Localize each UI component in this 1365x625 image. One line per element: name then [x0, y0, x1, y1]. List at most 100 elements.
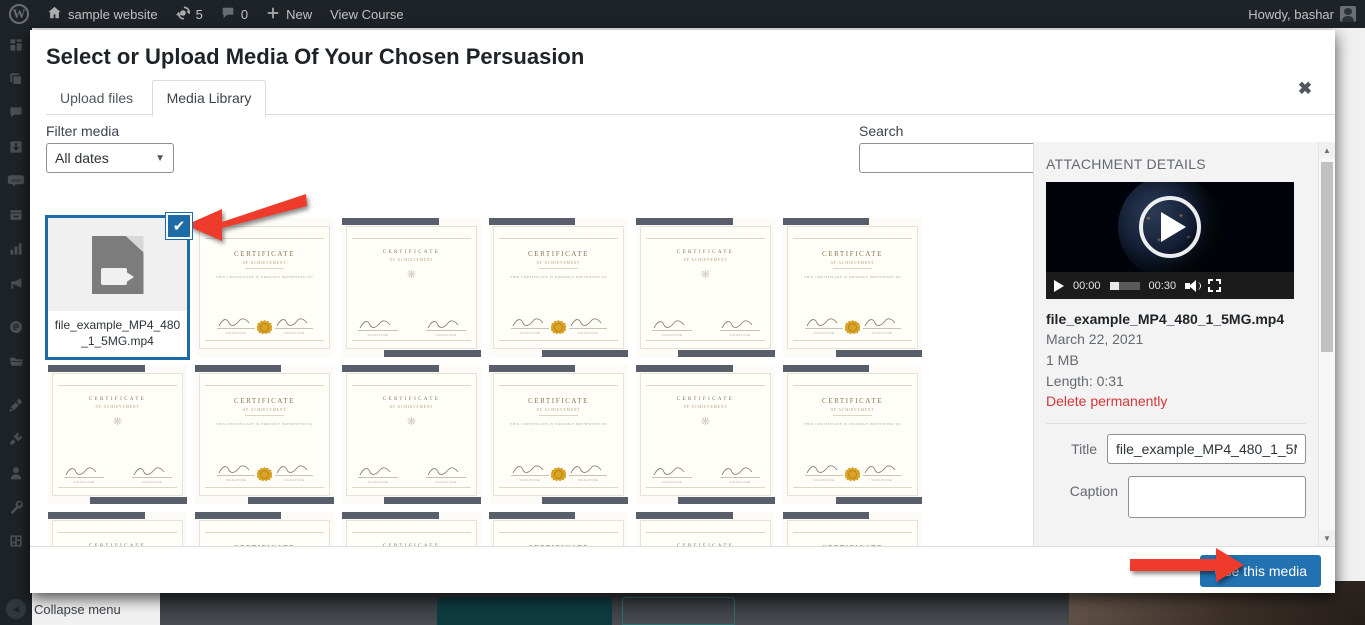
attachment-details-sidebar: ATTACHMENT DETAILS 00:00 00:30 file_exam…: [1033, 142, 1335, 546]
attachment-item[interactable]: CERTIFICATEOF ACHIEVEMENTTHIS CERTIFICAT…: [783, 365, 922, 504]
attachment-item[interactable]: CERTIFICATEOF ACHIEVEMENT❋SIGNATURESIGNA…: [342, 365, 481, 504]
sidebar-item-settings[interactable]: [0, 524, 32, 558]
megaphone-icon: [10, 278, 21, 289]
wordpress-logo-icon: W: [9, 4, 29, 24]
attachment-item[interactable]: CERTIFICATEOF ACHIEVEMENT❋SIGNATURESIGNA…: [636, 218, 775, 357]
background-secondary-button[interactable]: [622, 597, 735, 625]
attachment-item[interactable]: CERTIFICATEOF ACHIEVEMENTTHIS CERTIFICAT…: [195, 365, 334, 504]
certificate-signature: SIGNATURE: [426, 320, 466, 337]
sidebar-item-posts[interactable]: [0, 62, 32, 96]
media-modal: Select or Upload Media Of Your Chosen Pe…: [30, 30, 1335, 593]
video-player[interactable]: 00:00 00:30: [1046, 182, 1294, 299]
tab-media-library[interactable]: Media Library: [151, 80, 267, 117]
sidebar-item-archive[interactable]: [0, 198, 32, 232]
attachment-item[interactable]: CERTIFICATEOF ACHIEVEMENTTHIS CERTIFICAT…: [489, 365, 628, 504]
adminbar-view-course-label: View Course: [330, 6, 404, 22]
admin-sidebar-menu: Woo ◀ Collapse menu: [0, 28, 121, 625]
adminbar-new-label: New: [286, 6, 313, 22]
adminbar-site-name-label: sample website: [68, 6, 158, 22]
adminbar-view-course[interactable]: View Course: [321, 0, 412, 28]
sidebar-item-downloads[interactable]: [0, 130, 32, 164]
updates-icon: [175, 5, 192, 23]
dashboard-icon: [10, 39, 22, 51]
play-icon[interactable]: [1054, 279, 1064, 292]
attachments-grid-container: file_example_MP4_480_1_5MG.mp4 ✔ CERTIFI…: [40, 210, 1062, 565]
attachment-filename: file_example_MP4_480_1_5MG.mp4: [48, 311, 187, 357]
settings-icon: [10, 535, 22, 547]
delete-permanently-link[interactable]: Delete permanently: [1046, 393, 1167, 409]
adminbar-updates-count: 5: [195, 6, 203, 22]
use-this-media-button[interactable]: Use this media: [1200, 555, 1321, 587]
video-progress-bar[interactable]: [1109, 281, 1140, 290]
sidebar-item-tools[interactable]: [0, 490, 32, 524]
search-input[interactable]: [859, 143, 1049, 173]
play-circle-icon[interactable]: [1139, 196, 1201, 258]
date-filter-select[interactable]: All dates ▼: [46, 143, 174, 173]
sidebar-scroll-up-arrow-icon[interactable]: ▲: [1319, 142, 1335, 158]
sidebar-item-comments[interactable]: [0, 96, 32, 130]
adminbar-updates[interactable]: 5: [167, 0, 212, 28]
title-field[interactable]: [1107, 434, 1306, 464]
check-icon[interactable]: ✔: [166, 213, 192, 239]
woocommerce-icon: Woo: [7, 175, 25, 187]
attachment-item[interactable]: CERTIFICATEOF ACHIEVEMENT❋SIGNATURESIGNA…: [342, 218, 481, 357]
attachment-selected-video[interactable]: file_example_MP4_480_1_5MG.mp4 ✔: [45, 213, 192, 360]
attachment-item[interactable]: CERTIFICATEOF ACHIEVEMENTTHIS CERTIFICAT…: [783, 218, 922, 357]
certificate-signature: SIGNATURE: [720, 320, 760, 337]
tab-upload-files[interactable]: Upload files: [46, 81, 147, 116]
attachment-item[interactable]: CERTIFICATEOF ACHIEVEMENTTHIS CERTIFICAT…: [489, 218, 628, 357]
certificate-thumbnail: CERTIFICATEOF ACHIEVEMENT❋SIGNATURESIGNA…: [342, 365, 481, 504]
sidebar-item-analytics[interactable]: [0, 232, 32, 266]
menu-separator: [0, 300, 32, 310]
sidebar-item-pages[interactable]: [0, 310, 32, 344]
attachment-item[interactable]: CERTIFICATEOF ACHIEVEMENT❋SIGNATURESIGNA…: [48, 365, 187, 504]
sidebar-item-media[interactable]: [0, 344, 32, 378]
attachment-item[interactable]: CERTIFICATEOF ACHIEVEMENT❋SIGNATURESIGNA…: [636, 365, 775, 504]
attachment-meta-length: Length: 0:31: [1046, 373, 1124, 389]
pages-icon: [10, 321, 22, 333]
certificate-thumbnail: CERTIFICATEOF ACHIEVEMENT❋SIGNATURESIGNA…: [342, 218, 481, 357]
sidebar-scrollbar[interactable]: ▲ ▼: [1318, 142, 1335, 546]
certificate-thumbnail: CERTIFICATEOF ACHIEVEMENTTHIS CERTIFICAT…: [489, 218, 628, 357]
adminbar-site-name[interactable]: sample website: [38, 0, 167, 28]
sidebar-scrollbar-thumb[interactable]: [1321, 162, 1333, 352]
comments-icon: [10, 107, 22, 118]
adminbar-comments-count: 0: [240, 6, 249, 22]
certificate-signature: SIGNATURE: [511, 465, 549, 482]
adminbar-comments[interactable]: 0: [212, 0, 257, 28]
sidebar-item-plugins[interactable]: [0, 422, 32, 456]
download-box-icon: [10, 141, 22, 153]
modal-tabs: Upload files Media Library: [46, 80, 1335, 117]
video-current-time: 00:00: [1073, 279, 1101, 292]
certificate-thumbnail: CERTIFICATEOF ACHIEVEMENTTHIS CERTIFICAT…: [783, 218, 922, 357]
certificate-signature: SIGNATURE: [863, 465, 901, 482]
modal-footer-toolbar: Use this media: [30, 546, 1335, 593]
attachments-grid: file_example_MP4_480_1_5MG.mp4 ✔ CERTIFI…: [40, 210, 1044, 565]
attachment-meta: file_example_MP4_480_1_5MG.mp4 March 22,…: [1046, 309, 1306, 411]
fullscreen-icon[interactable]: [1208, 279, 1222, 292]
analytics-bars-icon: [10, 243, 22, 255]
sidebar-item-users[interactable]: [0, 456, 32, 490]
background-primary-button[interactable]: [437, 597, 612, 625]
sidebar-item-dashboard[interactable]: [0, 28, 32, 62]
sidebar-item-appearance[interactable]: [0, 388, 32, 422]
media-folder-icon: [9, 357, 23, 366]
adminbar-wp-logo[interactable]: W: [0, 0, 38, 28]
sidebar-item-marketing[interactable]: [0, 266, 32, 300]
adminbar-my-account[interactable]: Howdy, bashar: [1239, 0, 1365, 28]
collapse-menu-button[interactable]: ◀ Collapse menu: [0, 599, 121, 619]
certificate-signature: SIGNATURE: [569, 465, 607, 482]
certificate-signature: SIGNATURE: [358, 467, 398, 484]
adminbar-new-content[interactable]: New: [257, 0, 321, 28]
title-field-row: Title: [1046, 434, 1306, 464]
sidebar-scroll-down-arrow-icon[interactable]: ▼: [1319, 530, 1335, 546]
caption-field[interactable]: [1128, 476, 1306, 518]
attachment-item[interactable]: CERTIFICATEOF ACHIEVEMENTTHIS CERTIFICAT…: [195, 218, 334, 357]
video-duration: 00:30: [1148, 279, 1177, 292]
sidebar-item-woocommerce[interactable]: Woo: [0, 164, 32, 198]
volume-icon[interactable]: [1185, 279, 1202, 292]
svg-text:Woo: Woo: [11, 178, 21, 184]
chevron-down-icon: ▼: [155, 152, 165, 164]
comment-bubble-icon: [221, 6, 235, 23]
plugins-plug-icon: [9, 432, 23, 446]
